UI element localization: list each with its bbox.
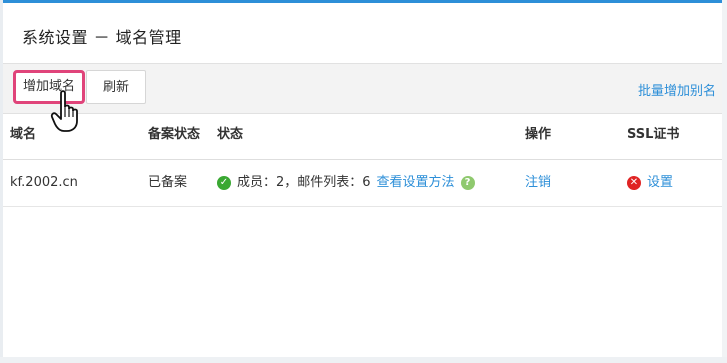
toolbar: 增加域名 刷新 批量增加别名: [3, 63, 722, 114]
cell-status: ✓ 成员：2，邮件列表：6 查看设置方法 ?: [217, 160, 475, 206]
cell-ssl: ✕ 设置: [627, 160, 673, 206]
cell-action: 注销: [525, 160, 551, 206]
view-setup-link[interactable]: 查看设置方法: [377, 160, 455, 206]
ssl-setup-link[interactable]: 设置: [647, 160, 673, 206]
header-action: 操作: [525, 127, 552, 142]
top-accent-line: [0, 0, 727, 3]
header-icp-status: 备案状态: [148, 127, 201, 142]
right-border: [722, 0, 727, 363]
check-circle-icon: ✓: [217, 176, 231, 190]
question-circle-icon[interactable]: ?: [460, 176, 475, 190]
cancel-domain-link[interactable]: 注销: [525, 175, 551, 190]
cell-domain: kf.2002.cn: [10, 175, 78, 190]
refresh-button[interactable]: 刷新: [86, 70, 146, 104]
table-header: 域名 备案状态 状态 操作 SSL证书: [3, 113, 722, 160]
header-domain: 域名: [10, 127, 37, 142]
domain-table: 域名 备案状态 状态 操作 SSL证书 kf.2002.cn 已备案 ✓ 成员：…: [3, 113, 722, 207]
bottom-border: [0, 357, 727, 363]
header-status: 状态: [217, 127, 244, 142]
cell-icp-status: 已备案: [148, 175, 188, 190]
hand-pointer-icon: [50, 90, 78, 132]
page-title: 系统设置 － 域名管理: [22, 28, 182, 47]
header-ssl: SSL证书: [627, 127, 680, 142]
table-row: kf.2002.cn 已备案 ✓ 成员：2，邮件列表：6 查看设置方法 ? 注销…: [3, 160, 722, 207]
batch-add-alias-link[interactable]: 批量增加别名: [638, 80, 716, 99]
status-text: 成员：2，邮件列表：6: [237, 175, 371, 190]
x-circle-icon: ✕: [627, 176, 641, 190]
status-group: ✓ 成员：2，邮件列表：6 查看设置方法 ?: [217, 160, 475, 206]
ssl-group: ✕ 设置: [627, 160, 673, 206]
